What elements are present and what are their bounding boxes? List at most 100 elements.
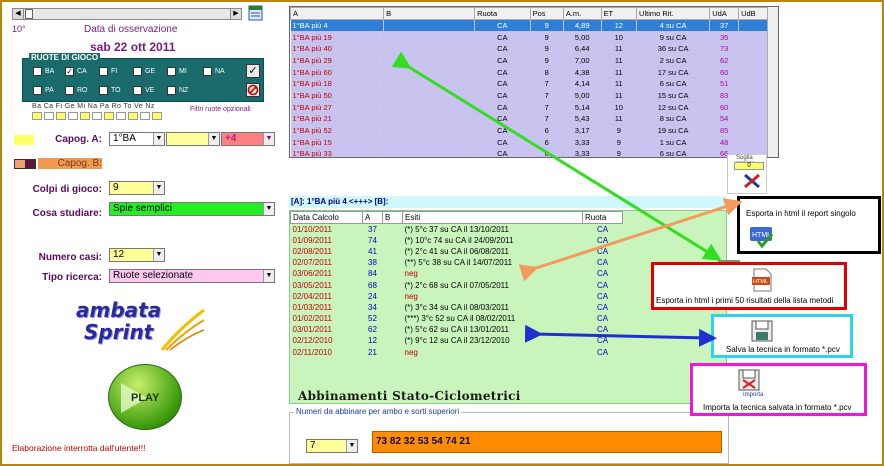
table-cell: 3,17 [563,124,602,137]
example-row[interactable]: 01/02/2011 52 (***) 3°c 52 su CA il 08/02/… [291,313,623,324]
example-cell: 24 [368,291,377,301]
numbers-output: 73 82 32 53 54 74 21 [372,431,722,453]
example-row[interactable]: 02/12/2010 12 (*) 9°c 12 su CA il 23/12/20… [291,335,623,346]
floppy-save-icon[interactable] [750,319,774,343]
example-row[interactable]: 03/01/2011 62 (*) 5°c 62 su CA il 13/01/20… [291,324,623,335]
table-cell [738,89,768,102]
checkbox-ve[interactable] [133,86,142,95]
table-scrollbar[interactable] [767,7,778,157]
checkbox-pa[interactable] [33,86,42,95]
table-cell: 5,14 [563,101,602,114]
studiare-select[interactable]: Spie semplici ▼ [109,202,275,216]
table-row[interactable]: 1°BA più 40 CA 9 6,44 11 36 su CA 73 [290,42,768,56]
table-cell: 5,00 [563,31,602,44]
table-row[interactable]: 1°BA più 52 CA 6 3,17 9 19 su CA 85 [290,124,768,137]
checkbox-fi[interactable] [99,67,108,76]
table-cell: 62 [709,54,740,67]
column-header[interactable]: UdB [738,7,768,20]
column-header[interactable]: A [290,7,385,20]
methods-table[interactable]: A B Ruota Pos A.m. ET Ultimo Rit. UdA UdB 1°BA p… [289,6,779,158]
checkbox-ba[interactable] [33,67,42,76]
example-row[interactable]: 02/04/2011 24 neg CA [291,291,623,302]
capoa-offset-select[interactable]: +4 ▼ [221,132,275,146]
capoa-second-select[interactable]: ▼ [166,132,220,146]
column-header[interactable]: Ultimo Rit. [636,7,711,20]
ruote-group: RUOTE DI GIOCO BA ✓ CA FI GE MI NA ✓ PA … [22,53,264,102]
example-cell: neg [404,269,418,279]
date-slider[interactable]: ◀ ▶ [12,8,242,20]
slider-right-arrow[interactable]: ▶ [230,9,241,19]
table-cell: 5,43 [563,113,602,126]
table-cell: 7 [530,77,564,91]
column-header[interactable]: UdA [709,7,740,20]
example-cell: CA [596,347,609,357]
column-header[interactable]: Data Calcolo [290,211,363,224]
table-row[interactable]: 1°BA più 21 CA 7 5,43 11 8 su CA 54 [290,113,768,126]
example-cell [383,279,403,290]
checkbox-mi[interactable] [167,67,176,76]
slider-left-arrow[interactable]: ◀ [13,9,24,19]
column-header[interactable]: A.m. [562,7,602,20]
column-header[interactable]: Ruota [474,7,531,20]
table-row[interactable]: 1°BA più 4 CA 9 4,89 12 4 su CA 37 [290,19,768,32]
play-button[interactable]: PLAY [108,364,182,430]
casi-select[interactable]: 12 ▼ [109,248,165,262]
floppy-import-icon[interactable] [737,368,761,392]
cancel-x-icon[interactable] [742,173,762,189]
column-header[interactable]: Ruota [582,211,623,224]
export-single-group: Esporta in html il report singolo HTML [737,196,881,254]
checkbox-ro[interactable] [65,86,74,95]
table-row[interactable]: 1°BA più 18 CA 7 4,14 11 6 su CA 51 [290,77,768,91]
table-row[interactable]: 1°BA più 19 CA 9 5,00 10 9 su CA 35 [290,31,768,44]
capob-toggle[interactable] [14,159,36,169]
slider-thumb[interactable] [25,9,33,19]
column-header[interactable]: A [362,211,383,224]
count-select[interactable]: 7 ▼ [306,439,358,453]
calendar-icon[interactable] [248,4,264,22]
example-row[interactable]: 02/11/2010 21 neg CA [291,347,623,358]
svg-text:HTML: HTML [753,279,768,285]
checkbox-ge[interactable] [133,67,142,76]
checkbox-ca[interactable]: ✓ [65,67,74,76]
example-row[interactable]: 03/06/2011 84 neg CA [291,268,623,279]
example-cell [383,347,403,358]
export-html-single-button[interactable]: HTML [748,225,776,249]
example-row[interactable]: 02/07/2011 38 (**) 5°c 38 su CA il 14/07/2… [291,257,623,268]
table-cell [383,77,476,91]
table-row[interactable]: 1°BA più 29 CA 9 7,00 11 2 su CA 62 [290,54,768,67]
table-cell: 7 [530,101,564,114]
table-row[interactable]: 1°BA più 33 CA 6 3,33 9 6 su CA 66 [290,148,768,157]
select-all-check-icon[interactable]: ✓ [246,64,260,78]
table-cell: 15 su CA [636,89,711,102]
example-row[interactable]: 01/03/2011 34 (*) 3°c 34 su CA il 08/03/20… [291,302,623,313]
table-cell: 60 [709,66,740,79]
table-row[interactable]: 1°BA più 50 CA 7 5,00 11 15 su CA 83 [290,89,768,102]
ricerca-select[interactable]: Ruote selezionate ▼ [109,269,275,283]
example-row[interactable]: 02/08/2011 41 (*) 2°c 41 su CA il 06/08/20… [291,246,623,257]
capoa-select[interactable]: 1°BA ▼ [109,132,165,146]
column-header[interactable]: Pos [529,7,564,20]
table-row[interactable]: 1°BA più 60 CA 8 4,38 11 17 su CA 60 [290,66,768,79]
example-cell: (*) 5°c 62 su CA il 13/01/2011 [404,325,509,335]
checkbox-nz[interactable] [167,86,176,95]
export-html-first50-button[interactable]: HTML [750,267,774,293]
example-row[interactable]: 03/05/2011 68 (*) 2°c 68 su CA il 07/05/20… [291,279,623,290]
example-row[interactable]: 01/10/2011 37 (*) 5°c 37 su CA il 13/10/20… [291,224,623,235]
column-header[interactable]: B [383,7,476,20]
example-cell: (***) 3°c 52 su CA il 08/02/2011 [404,314,516,324]
table-cell: 1°BA più 27 [290,101,385,114]
table-row[interactable]: 1°BA più 27 CA 7 5,14 10 12 su CA 60 [290,101,768,114]
soglia-input[interactable]: 0 [734,162,764,170]
example-cell: 02/12/2010 [292,336,333,346]
checkbox-to[interactable] [99,86,108,95]
example-cell: neg [404,347,418,357]
checkbox-na[interactable] [203,67,212,76]
column-header[interactable]: ET [600,7,638,20]
column-header[interactable]: Esiti [402,211,583,224]
table-cell: 11 [601,89,638,102]
column-header[interactable]: B [382,211,403,224]
table-row[interactable]: 1°BA più 15 CA 6 3,33 9 1 su CA 48 [290,136,768,149]
example-row[interactable]: 01/09/2011 74 (*) 10°c 74 su CA il 24/09/2… [291,235,623,246]
clear-selection-icon[interactable] [246,83,260,97]
colpi-select[interactable]: 9 ▼ [109,181,165,195]
